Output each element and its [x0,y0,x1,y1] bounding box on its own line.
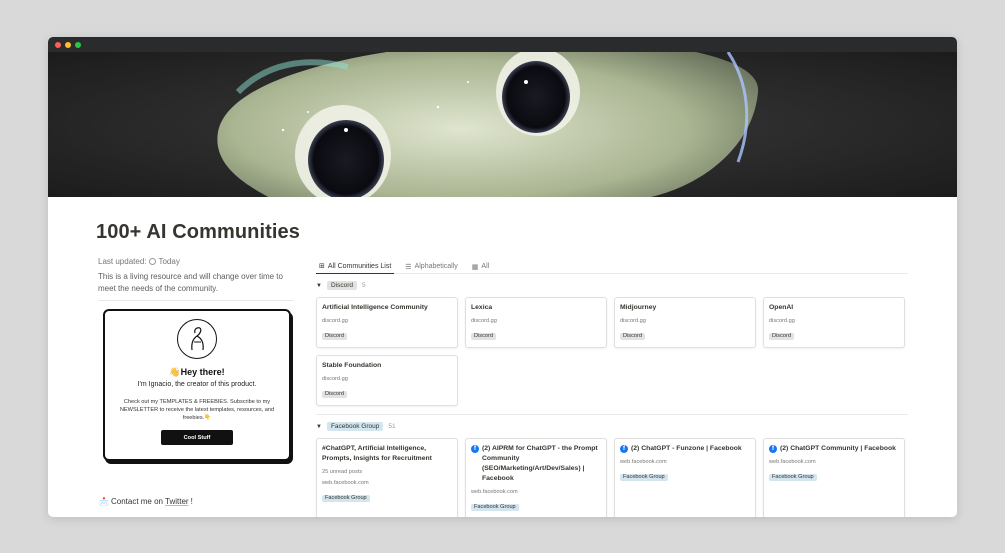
card-domain: web.facebook.com [620,459,667,465]
card-title: (2) ChatGPT Community | Facebook [780,445,896,452]
last-updated-value: Today [158,257,180,266]
page-intro: Last updated: Today This is a living res… [98,257,294,301]
gallery-card[interactable]: Stable Foundation discord.gg Discord [316,355,458,406]
promo-title-text: Hey there! [180,367,225,377]
group-pill: Discord [326,281,357,290]
table-icon: ▦ [471,263,479,271]
card-title: Artificial Intelligence Community [322,304,428,311]
gallery-card[interactable]: f (2) ChatGPT Community | Facebook web.f… [763,438,905,517]
card-domain: discord.gg [471,318,497,324]
card-title: #ChatGPT, Artificial Intelligence, Promp… [322,445,432,462]
gallery-icon: ⊞ [319,263,325,270]
card-title: OpenAI [769,304,794,311]
clock-icon [149,258,157,265]
creator-promo-card: 👋Hey there! I'm Ignacio, the creator of … [103,309,291,461]
gallery-grid-facebook: #ChatGPT, Artificial Intelligence, Promp… [316,438,908,517]
title-bar [48,37,957,52]
view-tabs: ⊞ All Communities List ☰ Alphabetically … [316,259,908,274]
card-domain: discord.gg [322,376,348,382]
gallery-card[interactable]: #ChatGPT, Artificial Intelligence, Promp… [316,438,458,517]
twitter-link[interactable]: Twitter [165,497,189,506]
maximize-window-button[interactable] [75,41,81,48]
divider [98,300,294,301]
gallery-card[interactable]: Lexica discord.gg Discord [465,297,607,348]
gallery-grid-discord: Artificial Intelligence Community discor… [316,297,908,406]
promo-body: Check out my TEMPLATES & FREEBIES. Subsc… [119,399,275,421]
tab-alphabetically[interactable]: ☰ Alphabetically [402,259,460,274]
card-domain: discord.gg [769,318,795,324]
card-tag: Facebook Group [769,473,817,481]
gallery-card[interactable]: f (2) ChatGPT - Funzone | Facebook web.f… [614,438,756,517]
tab-all[interactable]: ▦ All [469,259,492,274]
group-count: 5 [362,282,366,289]
group-count: 51 [388,423,396,430]
card-title: Lexica [471,304,493,311]
card-title: Midjourney [620,304,657,311]
card-tag: Facebook Group [471,503,519,511]
card-tag: Facebook Group [322,494,370,502]
gallery-card[interactable]: Midjourney discord.gg Discord [614,297,756,348]
group-header-facebook[interactable]: ▼ Facebook Group 51 [316,421,908,432]
card-title: (2) ChatGPT - Funzone | Facebook [631,445,742,452]
group-header-discord[interactable]: ▼ Discord 5 [316,280,908,291]
promo-title: 👋Hey there! [169,367,225,377]
card-tag: Facebook Group [620,473,668,481]
contact-suffix: ! [190,497,193,506]
card-domain: discord.gg [620,318,646,324]
card-tag: Discord [620,332,645,340]
card-title-row: f (2) AIPRM for ChatGPT - the Prompt Com… [471,444,601,484]
toggle-triangle-icon[interactable]: ▼ [316,283,322,289]
facebook-icon: f [471,445,479,453]
cover-image [48,52,957,197]
contact-prefix: Contact me on [110,497,163,506]
card-tag: Discord [471,332,496,340]
tab-label: Alphabetically [414,263,458,270]
card-domain: web.facebook.com [471,489,518,495]
facebook-icon: f [620,445,628,453]
page-title: 100+ AI Communities [96,221,300,243]
communities-database: ⊞ All Communities List ☰ Alphabetically … [316,259,908,517]
card-domain: discord.gg [322,318,348,324]
card-domain: web.facebook.com [769,459,816,465]
divider [316,414,908,415]
card-title: (2) AIPRM for ChatGPT - the Prompt Commu… [482,445,598,482]
minimize-window-button[interactable] [65,41,71,48]
card-tag: Discord [322,390,347,398]
tab-label: All Communities List [327,262,392,270]
mailbox-icon: 📩 [99,497,109,506]
page-description: This is a living resource and will chang… [98,272,283,293]
last-updated-label: Last updated: [98,257,147,266]
card-title-row: f (2) ChatGPT - Funzone | Facebook [620,444,750,454]
gallery-card[interactable]: Artificial Intelligence Community discor… [316,297,458,348]
last-updated: Last updated: Today [98,257,290,266]
tab-all-communities-list[interactable]: ⊞ All Communities List [316,259,395,274]
creator-sketch-icon [191,327,204,351]
facebook-icon: f [769,445,777,453]
close-window-button[interactable] [55,41,61,48]
promo-body-text: Check out my TEMPLATES & FREEBIES. Subsc… [119,399,275,421]
card-tag: Discord [769,332,794,340]
contact-line: 📩 Contact me on Twitter! [99,497,193,506]
robot-cover-illustration [48,52,957,197]
toggle-triangle-icon[interactable]: ▼ [316,424,322,430]
tab-label: All [481,263,490,270]
group-pill: Facebook Group [326,422,384,431]
cool-stuff-button[interactable]: Cool Stuff [161,430,233,445]
avatar [177,319,217,359]
card-unread: 25 unread posts [322,469,363,475]
app-window: 100+ AI Communities Last updated: Today … [48,37,957,517]
card-title-row: f (2) ChatGPT Community | Facebook [769,444,899,454]
gallery-card[interactable]: f (2) AIPRM for ChatGPT - the Prompt Com… [465,438,607,517]
list-icon: ☰ [405,263,412,271]
card-domain: web.facebook.com [322,480,369,486]
card-tag: Discord [322,332,347,340]
card-title: Stable Foundation [322,362,382,369]
gallery-card[interactable]: OpenAI discord.gg Discord [763,297,905,348]
promo-subtitle: I'm Ignacio, the creator of this product… [137,381,257,388]
